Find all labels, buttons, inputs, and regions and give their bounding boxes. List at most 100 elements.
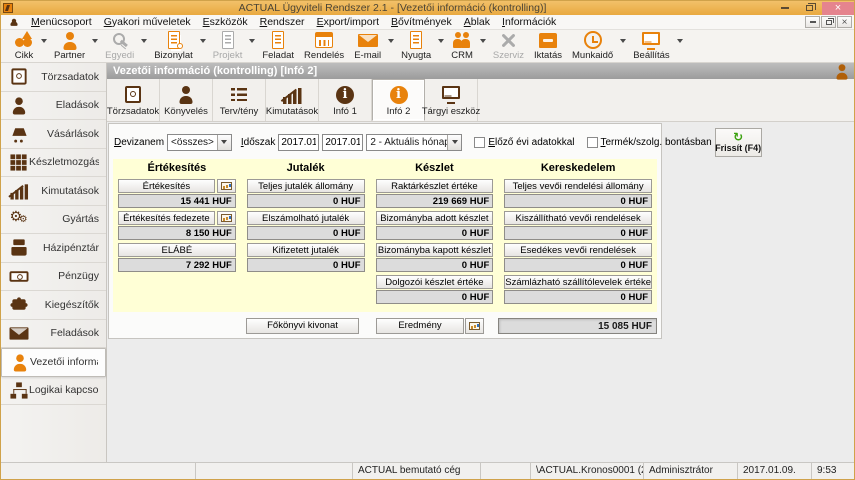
toolbar-item-munkaido[interactable]: Munkaidő <box>567 30 618 61</box>
mdi-restore-button[interactable] <box>821 16 836 28</box>
kiszallithato-vevoi-rendelesek-button[interactable]: Kiszállítható vevői rendelések <box>504 211 652 225</box>
chevron-down-icon[interactable] <box>39 39 49 43</box>
chevron-down-icon[interactable] <box>618 39 628 43</box>
close-button[interactable] <box>822 2 854 15</box>
period-select[interactable]: 2 - Aktuális hónap <box>366 134 462 151</box>
sidebar-item-vezetoi-informacio[interactable]: Vezetői információ <box>1 348 106 377</box>
restore-button[interactable] <box>797 2 822 15</box>
devizanem-select[interactable]: <összes> <box>167 134 232 151</box>
person-icon <box>176 85 196 104</box>
sidebar-item-kiegeszitok[interactable]: Kiegészítők <box>1 291 106 320</box>
toolbar-item-e-mail[interactable]: E-mail <box>349 30 386 61</box>
raktarkeszlet-erteke-button[interactable]: Raktárkészlet értéke <box>376 179 494 193</box>
chevron-down-icon[interactable] <box>217 135 231 150</box>
info-circle-icon <box>336 86 354 104</box>
toolbar-item-feladat[interactable]: Feladat <box>257 30 299 61</box>
window-title: ACTUAL Ügyviteli Rendszer 2.1 - [Vezetői… <box>13 2 772 14</box>
refresh-button[interactable]: Frissít (F4) <box>715 128 762 157</box>
menu-item-bovitmenyek[interactable]: Bővítmények <box>385 16 458 28</box>
eredmeny-button[interactable]: Eredmény <box>376 318 464 334</box>
menu-item-export-import[interactable]: Export/import <box>311 16 385 28</box>
sidebar-item-eladasok[interactable]: Eladások <box>1 92 106 121</box>
sidebar-item-torzsadatok[interactable]: Törzsadatok <box>1 63 106 92</box>
kpi-panel: ÉrtékesítésÉrtékesítés15 441 HUFÉrtékesí… <box>113 159 657 312</box>
bizomanyba-kapott-keszlet-value: 0 HUF <box>376 258 494 272</box>
toolbar-item-label: Partner <box>54 50 85 61</box>
chevron-down-icon[interactable] <box>675 39 685 43</box>
chevron-down-icon[interactable] <box>247 39 257 43</box>
chevron-down-icon[interactable] <box>447 135 461 150</box>
sidebar-item-vasarlasok[interactable]: Vásárlások <box>1 120 106 149</box>
tab-info-1[interactable]: Infó 1 <box>319 79 372 121</box>
dolgozoi-keszlet-erteke-button[interactable]: Dolgozói készlet értéke <box>376 275 494 289</box>
chevron-down-icon[interactable] <box>139 39 149 43</box>
tab-info-2[interactable]: Infó 2 <box>372 79 425 121</box>
chevron-down-icon[interactable] <box>436 39 446 43</box>
product-breakdown-checkbox[interactable] <box>587 137 598 148</box>
date-to-input[interactable] <box>322 134 363 151</box>
sidebar-item-kimutatasok[interactable]: Kimutatások <box>1 177 106 206</box>
sidebar-item-feladasok[interactable]: Feladások <box>1 320 106 349</box>
app-window: ACTUAL Ügyviteli Rendszer 2.1 - [Vezetői… <box>0 0 855 480</box>
chevron-down-icon[interactable] <box>90 39 100 43</box>
esedekes-vevoi-rendelesek-button[interactable]: Esedékes vevői rendelések <box>504 243 652 257</box>
sidebar-item-logikai-kapcsolat[interactable]: Logikai kapcsolat <box>1 377 106 406</box>
sidebar-item-hazipenztar[interactable]: Házipénztár <box>1 234 106 263</box>
elszamolhato-jutalek-button[interactable]: Elszámolható jutalék <box>247 211 365 225</box>
bizomanyba-kapott-keszlet-button[interactable]: Bizományba kapott készlet <box>376 243 494 257</box>
status-bar: ACTUAL bemutató cég \ACTUAL.Kronos0001 (… <box>1 462 854 479</box>
date-from-input[interactable] <box>278 134 319 151</box>
chevron-down-icon[interactable] <box>198 39 208 43</box>
tab-targyi-eszkoz[interactable]: Tárgyi eszköz <box>425 79 478 121</box>
toolbar-item-crm[interactable]: CRM <box>446 30 478 61</box>
bizomanyba-adott-keszlet-button[interactable]: Bizományba adott készlet <box>376 211 494 225</box>
sidebar-item-gyartas[interactable]: Gyártás <box>1 206 106 235</box>
teljes-vevoi-rendelesi-allomany-button[interactable]: Teljes vevői rendelési állomány <box>504 179 652 193</box>
teljes-jutalek-allomany-button[interactable]: Teljes jutalék állomány <box>247 179 365 193</box>
devizanem-label: Devizanem <box>114 137 164 148</box>
kifizetett-jutalek-button[interactable]: Kifizetett jutalék <box>247 243 365 257</box>
ertekesites-button[interactable]: Értékesítés <box>118 179 215 193</box>
toolbar-item-bizonylat[interactable]: Bizonylat <box>149 30 198 61</box>
bottom-row: Főkönyvi kivonat Eredmény 15 085 HUF <box>113 317 657 334</box>
status-empty-2 <box>196 463 353 479</box>
mdi-close-button[interactable] <box>837 16 852 28</box>
chevron-down-icon[interactable] <box>386 39 396 43</box>
elabe-button[interactable]: ELÁBÉ <box>118 243 236 257</box>
fokonyvi-kivonat-button[interactable]: Főkönyvi kivonat <box>246 318 359 334</box>
toolbar-item-partner[interactable]: Partner <box>49 30 90 61</box>
chevron-down-icon[interactable] <box>478 39 488 43</box>
sidebar-item-label: Kiegészítők <box>29 299 99 311</box>
toolbar-item-rendeles[interactable]: Rendelés <box>299 30 349 61</box>
menu-item-informaciok[interactable]: Információk <box>496 16 562 28</box>
toolbar-item-iktatas[interactable]: Iktatás <box>529 30 567 61</box>
menu-item-ablak[interactable]: Ablak <box>458 16 496 28</box>
toolbar-item-nyugta[interactable]: Nyugta <box>396 30 436 61</box>
menu-item-eszkozok[interactable]: Eszközök <box>197 16 254 28</box>
prev-year-checkbox[interactable] <box>474 137 485 148</box>
document-search-icon <box>164 31 184 50</box>
sidebar-item-label: Kimutatások <box>29 185 99 197</box>
ertekesites-fedezete-button[interactable]: Értékesítés fedezete <box>118 211 215 225</box>
toolbar-item-beallitas[interactable]: Beállítás <box>628 30 674 61</box>
tab-torzsadatok[interactable]: Törzsadatok <box>107 79 160 121</box>
menu-item-rendszer[interactable]: Rendszer <box>254 16 311 28</box>
monitor-gear-icon <box>641 31 661 50</box>
sidebar-item-keszletmozgasok[interactable]: Készletmozgások <box>1 149 106 178</box>
ertekesites-fedezete-chart-button[interactable] <box>217 211 236 225</box>
mdi-minimize-button[interactable] <box>805 16 820 28</box>
toolbar-item-label: Cikk <box>15 50 33 61</box>
szamlazhato-szallitolevelek-erteke-button[interactable]: Számlázható szállítólevelek értéke <box>504 275 652 289</box>
menu-item-menucsoport[interactable]: Menücsoport <box>25 16 98 28</box>
chart-icon <box>221 182 232 190</box>
toolbar-item-cikk[interactable]: Cikk <box>9 30 39 61</box>
menu-item-gyakori-muveletek[interactable]: Gyakori műveletek <box>98 16 197 28</box>
tab-konyveles[interactable]: Könyvelés <box>160 79 213 121</box>
sidebar-item-penzugy[interactable]: Pénzügy <box>1 263 106 292</box>
teljes-vevoi-rendelesi-allomany-value: 0 HUF <box>504 194 652 208</box>
tab-terv-teny[interactable]: Terv/tény <box>213 79 266 121</box>
ertekesites-chart-button[interactable] <box>217 179 236 193</box>
tab-kimutatasok[interactable]: Kimutatások <box>266 79 319 121</box>
eredmeny-chart-button[interactable] <box>465 318 484 334</box>
minimize-button[interactable] <box>772 2 797 15</box>
